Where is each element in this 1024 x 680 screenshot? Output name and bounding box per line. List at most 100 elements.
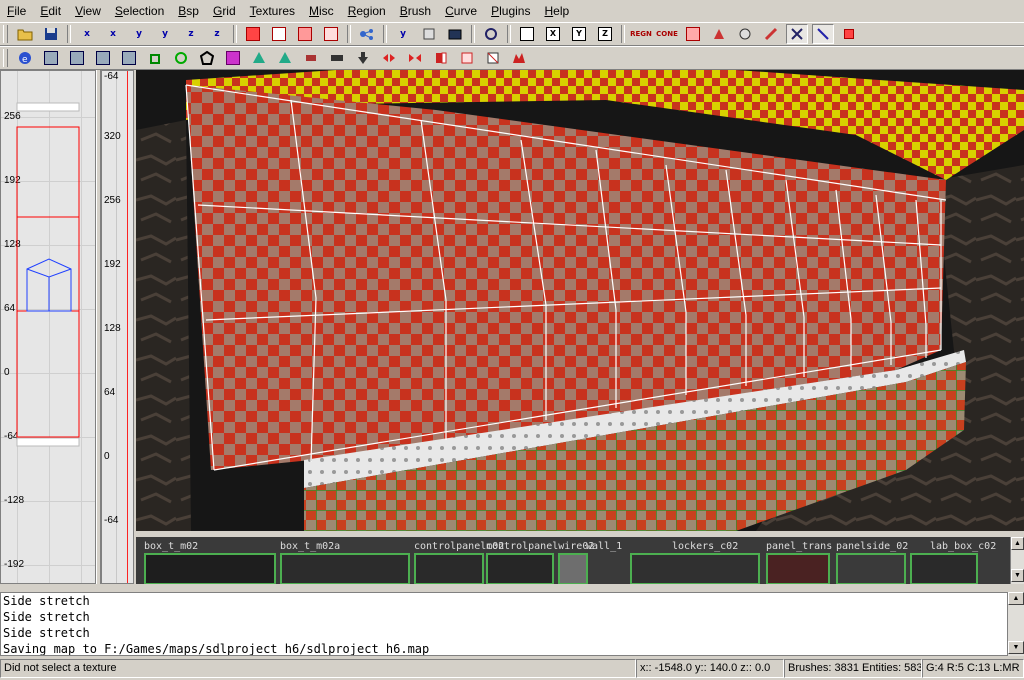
invert-icon[interactable] <box>508 48 530 68</box>
texture-scale-icon[interactable] <box>92 48 114 68</box>
rotate-y-icon[interactable]: y <box>154 24 176 44</box>
menu-region[interactable]: Region <box>341 0 393 22</box>
menu-selection[interactable]: Selection <box>108 0 171 22</box>
cone-icon[interactable]: CONE <box>656 24 678 44</box>
flip-x-icon[interactable]: x <box>76 24 98 44</box>
menu-bsp[interactable]: Bsp <box>171 0 206 22</box>
status-bar: Did not select a texture x:: -1548.0 y::… <box>0 657 1024 680</box>
grid-label: 64 <box>104 387 116 398</box>
rotate-y-label: y <box>162 29 168 39</box>
scroll-up-icon[interactable]: ▲ <box>1011 537 1024 550</box>
selection-brush-outline <box>16 102 80 447</box>
menu-bar: File Edit View Selection Bsp Grid Textur… <box>0 0 1024 22</box>
secondary-toolbar: e <box>0 46 1024 70</box>
train-icon[interactable] <box>326 48 348 68</box>
grid-label: 128 <box>104 323 121 334</box>
texture-thumbnail <box>280 553 410 584</box>
texture-fit-icon[interactable] <box>40 48 62 68</box>
select-mode-icon[interactable] <box>786 24 808 44</box>
view-cube-icon[interactable] <box>516 24 538 44</box>
texture-name: box_t_m02a <box>280 541 341 552</box>
tree-alt-icon[interactable] <box>274 48 296 68</box>
curve-icon[interactable] <box>222 48 244 68</box>
refresh-icon[interactable] <box>170 48 192 68</box>
menu-view[interactable]: View <box>68 0 108 22</box>
menu-brush[interactable]: Brush <box>393 0 438 22</box>
camera-3d-view[interactable] <box>136 70 1024 531</box>
grid-label: 256 <box>104 195 121 206</box>
view-x-icon[interactable]: X <box>542 24 564 44</box>
rotate-icon[interactable] <box>480 24 502 44</box>
main-toolbar: x x y y z z y X Y Z REGN CONE <box>0 22 1024 46</box>
texture-lock-icon[interactable] <box>418 24 440 44</box>
patch-bend-icon[interactable] <box>300 48 322 68</box>
scroll-up-icon[interactable]: ▲ <box>1008 592 1024 605</box>
yz-view[interactable]: -64 320 256 192 128 64 0 -64 <box>101 70 134 584</box>
select-inside-icon[interactable] <box>320 24 342 44</box>
toolbar2-grip[interactable] <box>3 49 8 67</box>
menu-plugins[interactable]: Plugins <box>484 0 537 22</box>
texture-name: controlpanelwire02 <box>486 541 595 552</box>
texture-thumbnail <box>486 553 554 584</box>
flip-z-icon[interactable]: z <box>180 24 202 44</box>
status-coords: x:: -1548.0 y:: 140.0 z:: 0.0 <box>636 659 784 678</box>
capping-icon[interactable] <box>430 48 452 68</box>
camera-icon[interactable] <box>444 24 466 44</box>
console-scrollbar[interactable]: ▲ ▼ <box>1008 592 1024 656</box>
menu-textures[interactable]: Textures <box>243 0 302 22</box>
flip-y-label: y <box>136 29 142 39</box>
texture-thumbnail <box>558 553 588 584</box>
texture-rotate-icon[interactable] <box>118 48 140 68</box>
status-message: Did not select a texture <box>0 659 636 678</box>
select-touching-icon[interactable] <box>268 24 290 44</box>
show-entities-icon[interactable]: e <box>14 48 36 68</box>
tree-icon[interactable] <box>248 48 270 68</box>
region-icon[interactable]: REGN <box>630 24 652 44</box>
open-folder-icon[interactable] <box>14 24 36 44</box>
menu-file[interactable]: File <box>0 0 33 22</box>
select-partial-tall-icon[interactable] <box>294 24 316 44</box>
clipper-icon[interactable] <box>682 24 704 44</box>
drag-edge-icon[interactable] <box>812 24 834 44</box>
view-z-label: Z <box>598 27 612 41</box>
menu-edit[interactable]: Edit <box>33 0 68 22</box>
thicken-icon[interactable] <box>456 48 478 68</box>
menu-grid[interactable]: Grid <box>206 0 243 22</box>
view-switch-icon[interactable]: y <box>392 24 414 44</box>
brush-tool-icon[interactable] <box>838 24 860 44</box>
texture-browser-scrollbar[interactable]: ▲ ▼ <box>1010 537 1024 584</box>
flip-y-icon[interactable]: y <box>128 24 150 44</box>
rotate-z-icon[interactable]: z <box>206 24 228 44</box>
split-vertical-icon[interactable] <box>378 48 400 68</box>
entity-icon[interactable] <box>734 24 756 44</box>
scroll-down-icon[interactable]: ▼ <box>1008 641 1024 654</box>
grid-label: -64 <box>104 71 119 82</box>
polygon-icon[interactable] <box>196 48 218 68</box>
menu-misc[interactable]: Misc <box>302 0 341 22</box>
console-splitter[interactable] <box>0 584 1024 592</box>
texture-shift-icon[interactable] <box>66 48 88 68</box>
view-z-icon[interactable]: Z <box>594 24 616 44</box>
arrow-down-icon[interactable] <box>352 48 374 68</box>
cubic-clip-icon[interactable] <box>144 48 166 68</box>
flip-z-label: z <box>188 29 194 39</box>
scroll-down-icon[interactable]: ▼ <box>1011 569 1024 582</box>
menu-help[interactable]: Help <box>537 0 576 22</box>
grid-label: -64 <box>104 515 119 526</box>
grid-label: 320 <box>104 131 121 142</box>
texture-name: panel_trans <box>766 541 833 552</box>
xz-view[interactable]: 256 192 128 64 0 -64 -128 -192 <box>0 70 96 584</box>
toolbar-grip[interactable] <box>3 25 8 43</box>
redisperse-icon[interactable] <box>482 48 504 68</box>
light-icon[interactable] <box>760 24 782 44</box>
merge-icon[interactable] <box>404 48 426 68</box>
patch-icon[interactable] <box>708 24 730 44</box>
console-line: Side stretch <box>3 594 90 608</box>
texture-thumbnail <box>910 553 978 584</box>
save-disk-icon[interactable] <box>40 24 62 44</box>
select-complete-tall-icon[interactable] <box>242 24 264 44</box>
rotate-x-icon[interactable]: x <box>102 24 124 44</box>
menu-curve[interactable]: Curve <box>438 0 484 22</box>
csg-subtract-icon[interactable] <box>356 24 378 44</box>
view-y-icon[interactable]: Y <box>568 24 590 44</box>
